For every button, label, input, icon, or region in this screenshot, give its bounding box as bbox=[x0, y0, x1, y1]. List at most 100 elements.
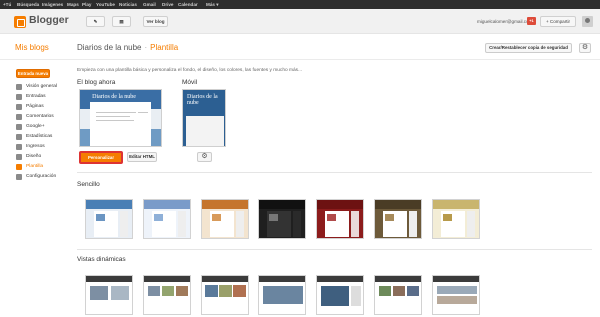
gbar-more-label: Más bbox=[206, 2, 215, 7]
template-thumb-simple-1[interactable] bbox=[85, 199, 133, 239]
settings-gear-button[interactable]: ⚙ bbox=[579, 43, 591, 53]
gbar-link-search[interactable]: Búsqueda bbox=[17, 1, 39, 8]
new-post-button[interactable]: Entrada nueva bbox=[16, 69, 50, 78]
preview-text-line bbox=[96, 120, 134, 121]
template-thumb-dynamic-6[interactable] bbox=[374, 275, 422, 315]
sidebar-item-overview[interactable]: Visión general bbox=[16, 82, 74, 92]
template-sidebar bbox=[120, 211, 128, 237]
template-thumb-simple-4[interactable] bbox=[258, 199, 306, 239]
section-divider bbox=[77, 172, 592, 173]
new-post-pencil-button[interactable]: ✎ bbox=[86, 16, 105, 27]
template-image bbox=[162, 286, 174, 296]
live-blog-preview[interactable]: Diarios de la nube bbox=[79, 89, 162, 147]
plusone-badge[interactable]: +1 bbox=[527, 17, 536, 25]
template-image bbox=[327, 214, 336, 221]
sidebar-item-label: Visión general bbox=[26, 84, 57, 89]
template-image bbox=[233, 285, 246, 297]
documents-icon: ▤ bbox=[119, 19, 124, 24]
template-thumb-dynamic-5[interactable] bbox=[316, 275, 364, 315]
gbar-link-play[interactable]: Play bbox=[82, 1, 91, 8]
posts-list-button[interactable]: ▤ bbox=[112, 16, 131, 27]
template-image bbox=[443, 214, 452, 221]
template-sidebar bbox=[351, 211, 359, 237]
template-thumb-dynamic-4[interactable] bbox=[258, 275, 306, 315]
account-email[interactable]: miguelcalomer@gmail.com bbox=[477, 19, 532, 24]
template-image bbox=[176, 286, 188, 296]
template-header bbox=[433, 276, 479, 282]
gbar-link-calendar[interactable]: Calendar bbox=[178, 1, 198, 8]
gbar-link-youtube[interactable]: YouTube bbox=[96, 1, 115, 8]
mobile-blog-preview[interactable]: Diarios de la nube bbox=[182, 89, 226, 147]
sidebar-item-settings[interactable]: Configuración bbox=[16, 172, 74, 182]
template-header bbox=[144, 200, 190, 209]
gbar-link-gmail[interactable]: Gmail bbox=[143, 1, 156, 8]
template-thumb-dynamic-3[interactable] bbox=[201, 275, 249, 315]
template-thumb-simple-3[interactable] bbox=[201, 199, 249, 239]
sidebar-item-label: Ingresos bbox=[26, 144, 45, 149]
sidebar-item-label: Plantilla bbox=[26, 164, 44, 169]
sidebar-item-comments[interactable]: Comentarios bbox=[16, 112, 74, 122]
mobile-heading: Móvil bbox=[182, 79, 198, 86]
template-thumb-simple-5[interactable] bbox=[316, 199, 364, 239]
sidebar-item-layout[interactable]: Diseño bbox=[16, 152, 74, 162]
googleplus-icon bbox=[16, 124, 22, 130]
template-thumb-dynamic-7[interactable] bbox=[432, 275, 480, 315]
template-image bbox=[96, 214, 105, 221]
gbar-link-plus[interactable]: +Tú bbox=[3, 1, 11, 8]
share-button[interactable]: + Compartir bbox=[540, 16, 576, 27]
sidebar-item-googleplus[interactable]: Google+ bbox=[16, 122, 74, 132]
stats-icon bbox=[16, 134, 22, 140]
blogger-logo-icon bbox=[14, 16, 26, 28]
gbar-link-images[interactable]: Imágenes bbox=[42, 1, 63, 8]
template-intro-text: Empieza con una plantilla básica y perso… bbox=[77, 68, 303, 73]
view-blog-button[interactable]: Ver blog bbox=[143, 16, 168, 27]
customize-button[interactable]: Personalizar bbox=[79, 151, 123, 164]
live-blog-heading: El blog ahora bbox=[77, 79, 116, 86]
template-thumb-simple-6[interactable] bbox=[374, 199, 422, 239]
template-image bbox=[219, 285, 232, 297]
gear-icon: ⚙ bbox=[201, 153, 208, 160]
backup-restore-button[interactable]: Crear/Restablecer copia de seguridad bbox=[485, 43, 572, 53]
sidebar-item-template[interactable]: Plantilla bbox=[16, 162, 74, 172]
template-image bbox=[269, 214, 278, 221]
avatar[interactable] bbox=[582, 16, 593, 27]
sidebar-item-earnings[interactable]: Ingresos bbox=[16, 142, 74, 152]
template-image bbox=[263, 286, 303, 304]
breadcrumb: Diarios de la nube · Plantilla bbox=[77, 43, 178, 52]
google-bar: +Tú Búsqueda Imágenes Maps Play YouTube … bbox=[0, 0, 600, 9]
gbar-link-more[interactable]: Más ▾ bbox=[206, 1, 219, 8]
template-image bbox=[321, 286, 349, 306]
sidebar-item-label: Google+ bbox=[26, 124, 45, 129]
mobile-preview-body bbox=[186, 116, 224, 146]
my-blogs-link[interactable]: Mis blogs bbox=[15, 43, 49, 52]
template-icon bbox=[16, 164, 22, 170]
template-thumb-dynamic-1[interactable] bbox=[85, 275, 133, 315]
sidebar-item-stats[interactable]: Estadísticas bbox=[16, 132, 74, 142]
blog-name-dropdown[interactable]: Diarios de la nube bbox=[77, 43, 141, 52]
template-header bbox=[375, 276, 421, 282]
sidebar-nav: Visión general Entradas Páginas Comentar… bbox=[16, 82, 74, 182]
gbar-link-drive[interactable]: Drive bbox=[162, 1, 174, 8]
settings-icon bbox=[16, 174, 22, 180]
section-divider bbox=[77, 249, 592, 250]
template-image bbox=[385, 214, 394, 221]
app-header: Blogger ✎ ▤ Ver blog miguelcalomer@gmail… bbox=[0, 9, 600, 34]
template-thumb-simple-7[interactable] bbox=[432, 199, 480, 239]
mobile-settings-button[interactable]: ⚙ bbox=[197, 152, 212, 162]
template-sidebar bbox=[236, 211, 244, 237]
preview-text-line bbox=[138, 112, 148, 113]
template-header bbox=[86, 276, 132, 282]
template-thumb-dynamic-2[interactable] bbox=[143, 275, 191, 315]
template-sidebar bbox=[293, 211, 301, 237]
edit-html-button[interactable]: Editar HTML bbox=[127, 152, 157, 162]
template-thumb-simple-2[interactable] bbox=[143, 199, 191, 239]
sidebar-item-label: Páginas bbox=[26, 104, 44, 109]
gbar-link-maps[interactable]: Maps bbox=[67, 1, 79, 8]
header-divider bbox=[0, 59, 600, 60]
sidebar-item-posts[interactable]: Entradas bbox=[16, 92, 74, 102]
template-image bbox=[90, 286, 108, 300]
gbar-link-news[interactable]: Noticias bbox=[119, 1, 137, 8]
page-title: Plantilla bbox=[150, 43, 179, 52]
home-icon bbox=[16, 84, 22, 90]
sidebar-item-pages[interactable]: Páginas bbox=[16, 102, 74, 112]
